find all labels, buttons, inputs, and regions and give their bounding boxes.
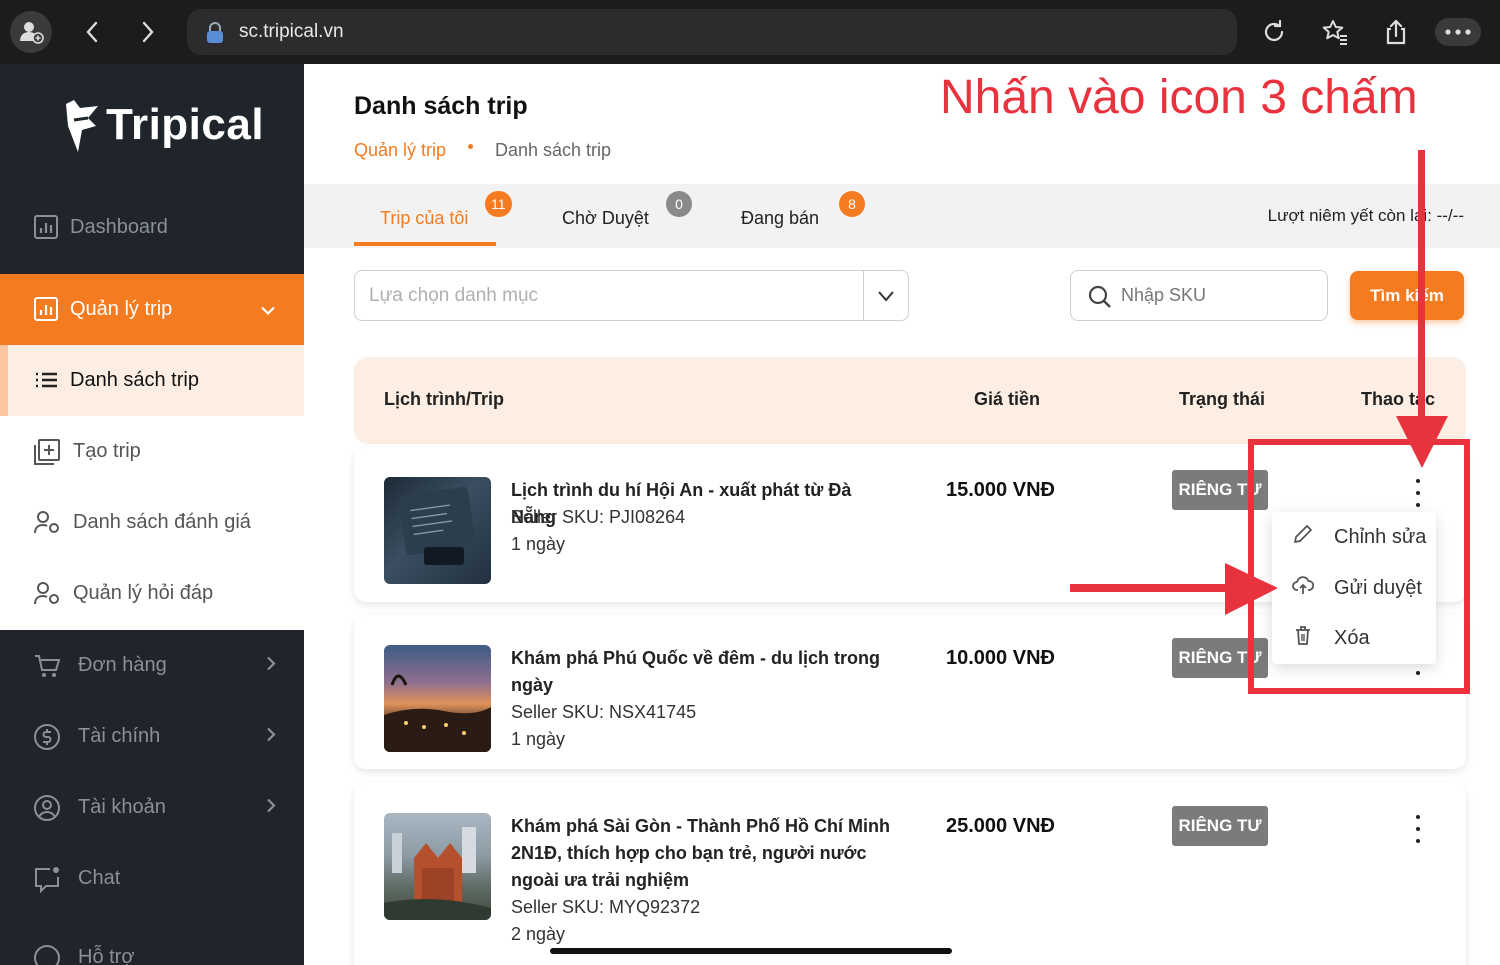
sidebar-item-reviews[interactable]: Danh sách đánh giá	[0, 487, 304, 558]
cart-icon	[33, 652, 61, 680]
highlight-box	[1248, 439, 1470, 694]
active-tab-indicator	[354, 242, 496, 246]
page-title: Danh sách trip	[354, 92, 528, 120]
help-icon	[33, 944, 61, 965]
trip-duration: 2 ngày	[511, 924, 566, 944]
sidebar-item-label: Tạo trip	[73, 440, 141, 462]
sidebar-item-label: Danh sách đánh giá	[73, 511, 251, 533]
breadcrumb-trip-management[interactable]: Quản lý trip	[354, 140, 446, 161]
sku-placeholder: Nhập SKU	[1121, 285, 1207, 305]
add-square-icon	[33, 438, 61, 466]
tabs-bar: Trip của tôi 11 Chờ Duyệt 0 Đang bán 8 L…	[304, 184, 1500, 248]
search-icon	[1087, 284, 1113, 315]
table-header: Lịch trình/Trip Giá tiền Trạng thái Thao…	[354, 357, 1466, 444]
lock-icon	[205, 22, 225, 49]
select-divider	[863, 271, 864, 320]
chat-icon	[33, 865, 61, 893]
sidebar-item-label: Danh sách trip	[70, 369, 199, 391]
sidebar-item-dashboard[interactable]: Dashboard	[0, 192, 304, 263]
sidebar-item-create-trip[interactable]: Tạo trip	[0, 416, 304, 487]
sidebar-item-trip-management[interactable]: Quản lý trip	[0, 274, 304, 345]
tab-badge: 11	[485, 191, 512, 217]
breadcrumb-trip-list: Danh sách trip	[495, 140, 612, 160]
status-badge: RIÊNG TƯ	[1172, 806, 1268, 846]
table-row[interactable]: Khám phá Sài Gòn - Thành Phố Hồ Chí Minh…	[354, 783, 1466, 965]
sidebar-item-label: Quản lý hỏi đáp	[73, 582, 214, 604]
horizontal-scrollbar[interactable]	[550, 948, 952, 954]
profile-icon[interactable]	[10, 11, 52, 53]
chevron-down-icon[interactable]	[876, 286, 896, 311]
sidebar-item-label: Tài khoản	[78, 796, 166, 818]
arrow-right-annotation	[1070, 563, 1278, 615]
user-circle-icon	[33, 794, 61, 822]
column-header-status: Trạng thái	[1179, 389, 1266, 409]
tab-badge: 0	[666, 191, 692, 217]
sidebar-item-label: Dashboard	[70, 216, 168, 238]
trip-sku: Seller SKU: NSX41745	[511, 702, 697, 722]
sidebar: Tripical Dashboard Quản lý trip Danh sác…	[0, 64, 304, 965]
sku-search-input[interactable]: Nhập SKU	[1070, 270, 1328, 321]
more-actions-icon[interactable]	[1408, 815, 1428, 843]
trip-sku: Seller SKU: PJI08264	[511, 507, 686, 527]
address-bar[interactable]: sc.tripical.vn	[187, 9, 1237, 55]
tripical-logo[interactable]: Tripical	[60, 96, 264, 154]
forward-icon[interactable]	[128, 12, 168, 52]
logo-text: Tripical	[106, 100, 265, 149]
instruction-annotation: Nhấn vào icon 3 chấm	[940, 71, 1418, 124]
list-icon	[33, 367, 61, 395]
chevron-right-icon	[266, 796, 276, 819]
trip-sku: Seller SKU: MYQ92372	[511, 897, 701, 917]
more-icon[interactable]	[1435, 18, 1481, 46]
trip-duration: 1 ngày	[511, 729, 566, 749]
category-placeholder: Lựa chọn danh mục	[369, 285, 539, 306]
back-icon[interactable]	[72, 12, 112, 52]
sidebar-item-qa[interactable]: Quản lý hỏi đáp	[0, 558, 304, 629]
trip-price: 15.000 VNĐ	[946, 479, 1055, 501]
sidebar-item-finance[interactable]: Tài chính	[0, 701, 304, 772]
chevron-down-icon	[260, 298, 276, 321]
trip-name[interactable]: Khám phá Sài Gòn - Thành Phố Hồ Chí Minh…	[511, 813, 901, 894]
chevron-right-icon	[266, 654, 276, 677]
chevron-right-icon	[266, 725, 276, 748]
sidebar-item-label: Hỗ trợ	[78, 946, 135, 965]
tab-my-trips[interactable]: Trip của tôi	[380, 208, 468, 229]
sidebar-item-help[interactable]: Hỗ trợ	[0, 922, 304, 965]
category-select[interactable]: Lựa chọn danh mục	[354, 270, 909, 321]
breadcrumb-separator	[468, 144, 473, 149]
sidebar-item-label: Tài chính	[78, 725, 161, 747]
trip-price: 25.000 VNĐ	[946, 815, 1055, 837]
trip-price: 10.000 VNĐ	[946, 647, 1055, 669]
sidebar-item-account[interactable]: Tài khoản	[0, 772, 304, 843]
dashboard-icon	[33, 214, 61, 242]
trip-thumbnail	[384, 645, 491, 752]
main-content: Danh sách trip Quản lý trip Danh sách tr…	[304, 64, 1500, 965]
arrow-down-annotation	[1396, 150, 1448, 468]
sidebar-item-label: Đơn hàng	[78, 654, 167, 676]
dollar-icon	[33, 723, 61, 751]
share-icon[interactable]	[1376, 12, 1416, 52]
sidebar-item-label: Chat	[78, 867, 121, 889]
favorites-icon[interactable]	[1315, 12, 1355, 52]
users-gear-icon	[33, 509, 61, 537]
users-gear-icon	[33, 580, 61, 608]
url-text: sc.tripical.vn	[239, 21, 344, 42]
reload-icon[interactable]	[1254, 12, 1294, 52]
trip-duration: 1 ngày	[511, 534, 566, 554]
trip-name[interactable]: Khám phá Phú Quốc về đêm - du lịch trong…	[511, 645, 901, 699]
sidebar-item-label: Quản lý trip	[70, 298, 173, 320]
sidebar-item-chat[interactable]: Chat	[0, 843, 304, 914]
sidebar-item-trip-list[interactable]: Danh sách trip	[0, 345, 304, 416]
tab-selling[interactable]: Đang bán	[741, 208, 819, 229]
browser-toolbar: sc.tripical.vn	[0, 0, 1500, 64]
column-header-trip: Lịch trình/Trip	[384, 389, 504, 409]
tab-pending[interactable]: Chờ Duyệt	[562, 208, 649, 229]
sidebar-item-orders[interactable]: Đơn hàng	[0, 630, 304, 701]
chart-icon	[33, 296, 61, 324]
trip-thumbnail	[384, 813, 491, 920]
tab-badge: 8	[839, 191, 865, 217]
trip-thumbnail	[384, 477, 491, 584]
column-header-price: Giá tiền	[974, 389, 1041, 409]
